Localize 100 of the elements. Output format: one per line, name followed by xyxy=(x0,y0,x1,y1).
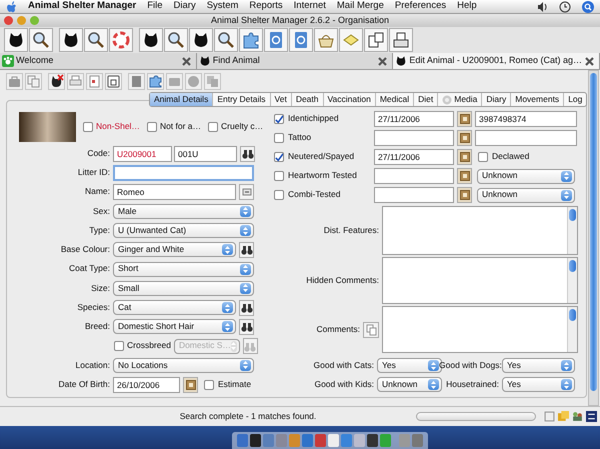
section-tab[interactable]: Vaccination xyxy=(324,93,376,106)
toolbar-button[interactable] xyxy=(48,72,65,90)
section-tab[interactable]: Log xyxy=(564,93,586,106)
section-tab[interactable]: Entry Details xyxy=(213,93,271,106)
close-icon[interactable] xyxy=(180,56,192,66)
dropdown[interactable]: No Locations xyxy=(113,358,254,373)
scroll-thumb[interactable] xyxy=(590,73,597,391)
section-tab[interactable]: Animal Details xyxy=(150,93,214,106)
dropdown[interactable]: Short xyxy=(113,262,254,276)
search-icon[interactable] xyxy=(582,0,594,12)
app-name[interactable]: Animal Shelter Manager xyxy=(28,1,136,12)
toolbar-button[interactable] xyxy=(29,28,53,52)
dropdown[interactable]: Yes xyxy=(502,377,575,392)
text-field[interactable]: 001U xyxy=(174,146,237,162)
apple-icon[interactable] xyxy=(6,0,17,12)
document-tab[interactable]: Find Animal xyxy=(196,53,394,69)
date-field[interactable] xyxy=(374,168,454,184)
section-tab[interactable]: Media xyxy=(438,93,482,106)
date-button[interactable] xyxy=(457,111,472,127)
text-field[interactable] xyxy=(113,164,254,181)
speaker-icon[interactable] xyxy=(537,0,548,12)
dropdown[interactable]: Unknown xyxy=(477,168,575,184)
close-button[interactable] xyxy=(4,16,13,25)
checkbox[interactable] xyxy=(478,152,488,162)
clock-icon[interactable] xyxy=(559,0,571,12)
close-icon[interactable] xyxy=(584,56,595,66)
text-field[interactable]: 3987498374 xyxy=(475,111,577,127)
date-button[interactable] xyxy=(183,376,198,392)
date-field[interactable]: 26/10/2006 xyxy=(113,376,180,392)
checkbox[interactable] xyxy=(146,122,157,132)
search-button[interactable] xyxy=(239,242,254,258)
toolbar-button[interactable] xyxy=(105,72,122,90)
search-button[interactable] xyxy=(239,318,254,335)
date-button[interactable] xyxy=(457,130,472,146)
dropdown[interactable]: Cat xyxy=(113,300,236,315)
checkbox[interactable] xyxy=(83,122,93,132)
minimize-button[interactable] xyxy=(17,16,26,25)
date-field[interactable]: 27/11/2006 xyxy=(374,149,454,165)
menu-item[interactable]: Diary xyxy=(174,1,196,12)
menu-item[interactable]: Help xyxy=(457,1,477,12)
checkbox[interactable] xyxy=(274,152,284,162)
dropdown[interactable]: Domestic Short Hair xyxy=(113,319,236,334)
document-tab[interactable]: Welcome xyxy=(0,53,197,69)
section-tab[interactable]: Death xyxy=(292,93,324,106)
flag-icon[interactable] xyxy=(586,411,597,422)
date-field[interactable] xyxy=(374,187,454,203)
date-button[interactable] xyxy=(457,187,472,203)
date-field[interactable] xyxy=(374,130,454,146)
checkbox[interactable] xyxy=(274,133,284,143)
checkbox[interactable] xyxy=(208,122,218,132)
date-button[interactable] xyxy=(457,168,472,184)
section-tab[interactable]: Movements xyxy=(511,93,564,106)
date-field[interactable]: 27/11/2006 xyxy=(374,111,454,127)
text-area[interactable] xyxy=(382,306,578,353)
menu-item[interactable]: System xyxy=(206,1,238,12)
search-button[interactable] xyxy=(239,300,254,316)
toolbar-button[interactable] xyxy=(164,28,188,52)
section-tab[interactable]: Medical xyxy=(376,93,414,106)
toolbar-button[interactable] xyxy=(4,28,28,52)
toolbar-button[interactable] xyxy=(389,28,413,52)
checkbox[interactable] xyxy=(274,114,284,124)
section-tab[interactable]: Diet xyxy=(414,93,438,106)
dropdown[interactable]: Yes xyxy=(502,358,575,373)
scroll-thumb[interactable] xyxy=(569,209,576,221)
text-field[interactable] xyxy=(475,130,577,146)
name-button[interactable] xyxy=(239,184,254,200)
menu-item[interactable]: Mail Merge xyxy=(336,1,384,12)
menu-item[interactable]: Internet xyxy=(294,1,326,12)
notes-button[interactable] xyxy=(363,322,379,338)
text-field[interactable]: U2009001 xyxy=(113,146,172,162)
people-icon[interactable] xyxy=(572,411,583,422)
toolbar-button[interactable] xyxy=(84,28,108,52)
checkbox[interactable] xyxy=(274,190,284,200)
document-icon[interactable] xyxy=(544,411,555,422)
dropdown[interactable]: Unknown xyxy=(377,377,442,392)
document-tab[interactable]: Edit Animal - U2009001, Romeo (Cat) ag… xyxy=(393,53,600,69)
folders-icon[interactable] xyxy=(558,411,569,422)
close-icon[interactable] xyxy=(377,56,388,66)
text-area[interactable] xyxy=(382,206,578,255)
section-tab[interactable]: Diary xyxy=(482,93,512,106)
toolbar-button[interactable] xyxy=(214,28,238,52)
dropdown[interactable]: U (Unwanted Cat) xyxy=(113,223,254,238)
section-tab[interactable]: Vet xyxy=(270,93,292,106)
search-button[interactable] xyxy=(240,146,255,162)
text-field[interactable]: Romeo xyxy=(113,184,236,200)
toolbar-button[interactable] xyxy=(139,28,163,52)
date-button[interactable] xyxy=(457,149,472,165)
dropdown[interactable]: Male xyxy=(113,204,254,219)
dropdown[interactable]: Small xyxy=(113,280,254,296)
scroll-thumb[interactable] xyxy=(569,260,576,272)
menu-item[interactable]: File xyxy=(147,1,163,12)
app-icon[interactable] xyxy=(367,434,378,447)
toolbar-button[interactable] xyxy=(189,28,213,52)
toolbar-button[interactable] xyxy=(364,28,388,52)
scroll-thumb[interactable] xyxy=(569,309,576,321)
checkbox[interactable] xyxy=(274,171,284,181)
text-area[interactable] xyxy=(382,257,578,304)
toolbar-button[interactable] xyxy=(59,28,83,52)
menu-item[interactable]: Preferences xyxy=(394,1,446,12)
dropdown[interactable]: Unknown xyxy=(477,188,575,202)
